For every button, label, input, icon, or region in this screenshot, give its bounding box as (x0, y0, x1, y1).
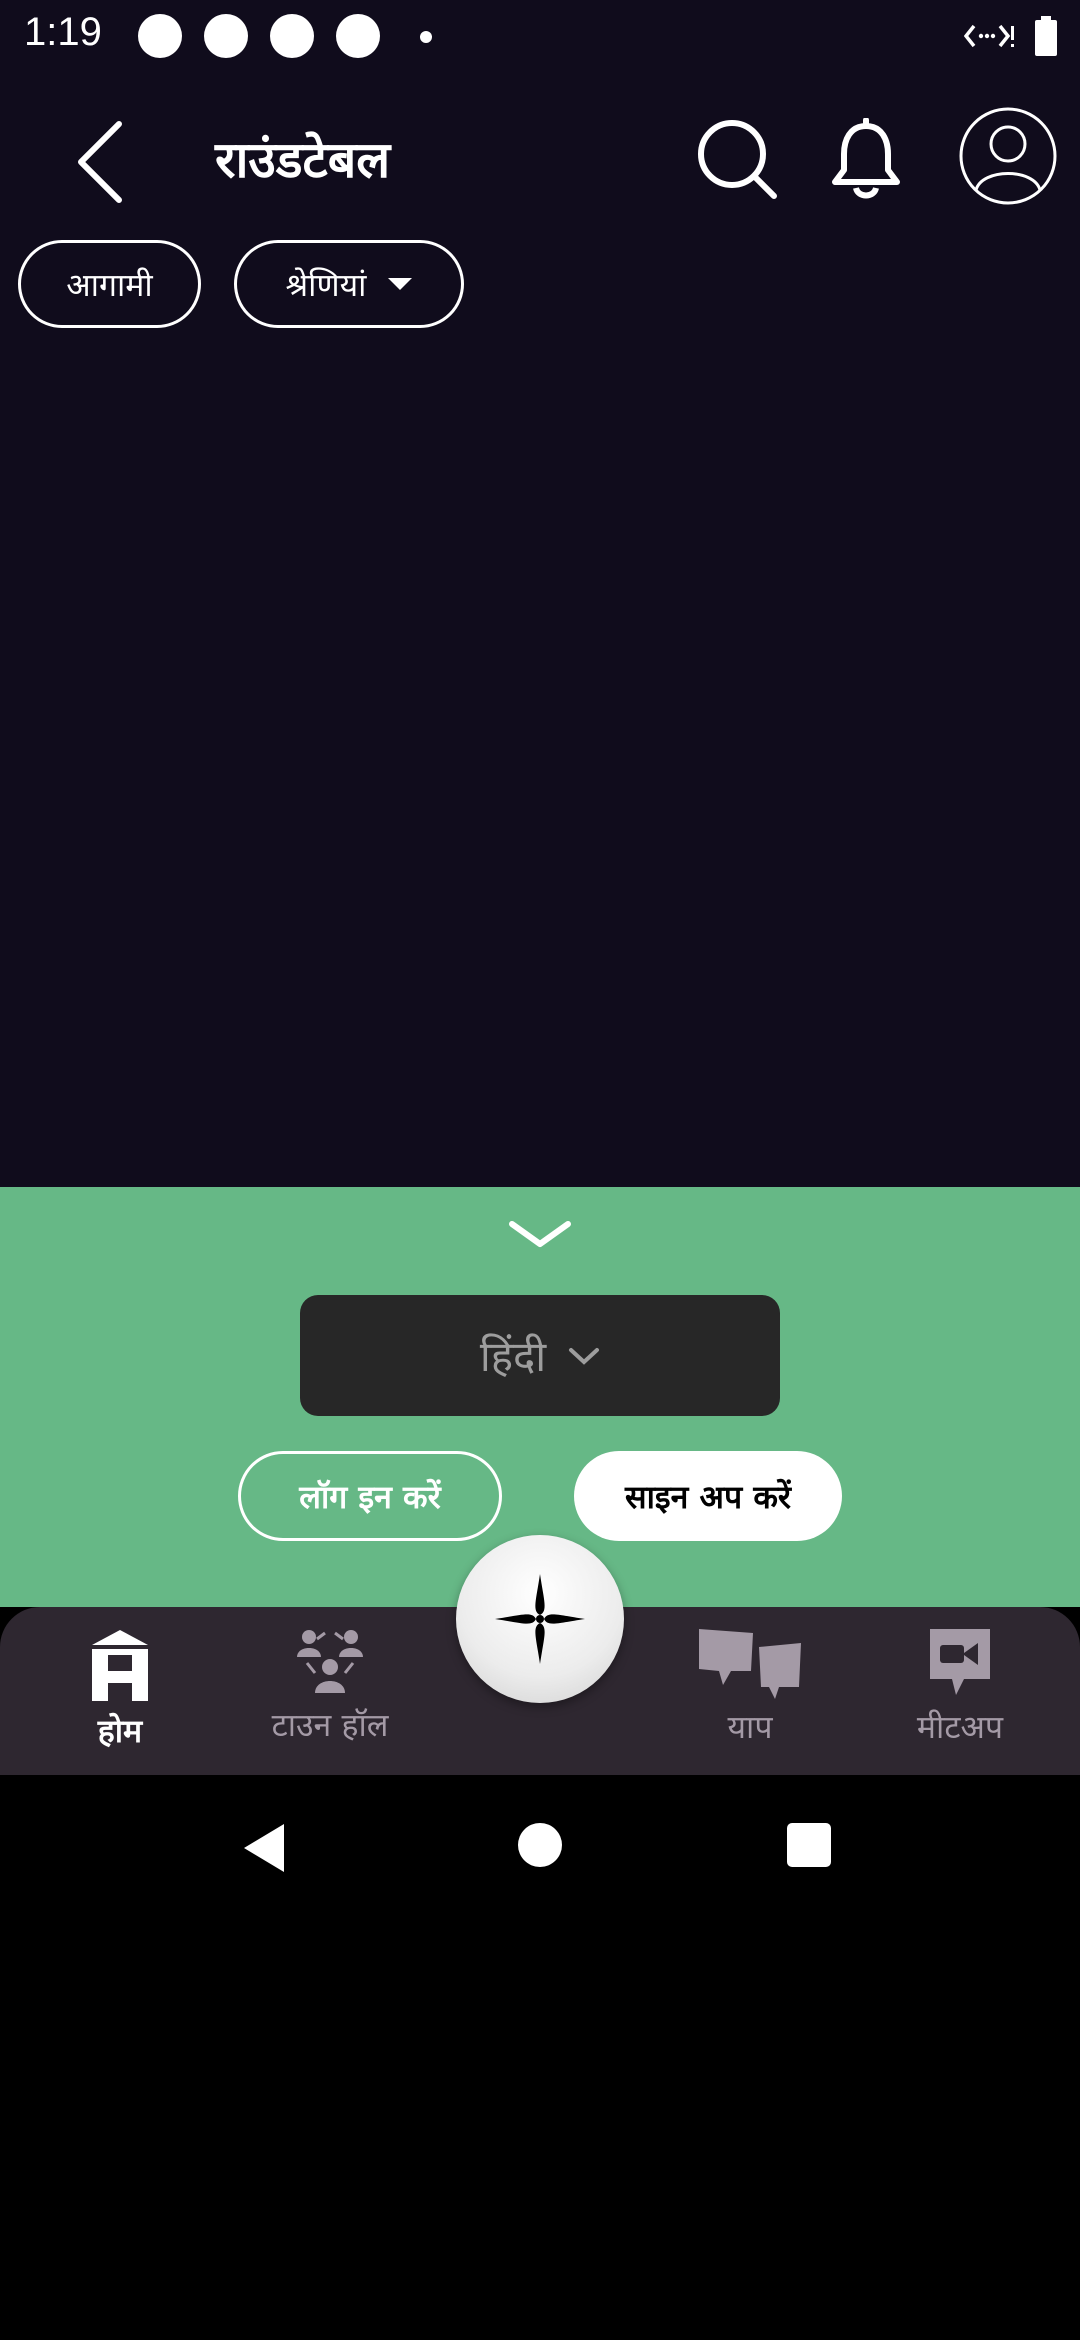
app-screen: राउंडटेबल आगामी श्रेणियां (0, 72, 1080, 1187)
notifications-button[interactable] (818, 112, 914, 208)
upcoming-filter-chip[interactable]: आगामी (18, 240, 201, 328)
status-icons (964, 16, 1058, 56)
nav-label-home: होम (97, 1712, 143, 1750)
signal-icon (964, 24, 1014, 48)
notification-dot-icon (270, 14, 314, 58)
nav-item-yap[interactable]: याप (650, 1627, 850, 1748)
nav-label-yap: याप (727, 1708, 773, 1746)
status-time: 1:19 (24, 10, 102, 54)
status-bar: 1:19 (0, 0, 1080, 72)
search-button[interactable] (690, 112, 786, 208)
battery-icon (1035, 16, 1057, 56)
more-notifications-icon (420, 31, 432, 43)
notification-dot-icon (204, 14, 248, 58)
categories-filter-chip[interactable]: श्रेणियां (234, 240, 464, 328)
meetup-icon (930, 1629, 990, 1695)
chevron-down-icon (509, 1221, 571, 1247)
system-nav-bar (0, 1775, 1080, 1920)
town-hall-icon (297, 1630, 363, 1693)
signup-button-label: साइन अप करें (625, 1477, 791, 1516)
nav-label-meetup: मीटअप (916, 1708, 1004, 1746)
caret-down-icon (388, 278, 413, 290)
chevron-down-icon (569, 1347, 600, 1365)
bell-icon (832, 118, 900, 199)
upcoming-filter-label: आगामी (66, 265, 153, 304)
language-select-value: हिंदी (479, 1332, 547, 1381)
yap-icon (699, 1629, 801, 1699)
categories-filter-label: श्रेणियां (285, 265, 367, 304)
signup-button[interactable]: साइन अप करें (574, 1451, 842, 1541)
user-avatar-icon (959, 107, 1057, 205)
notification-dot-icon (138, 14, 182, 58)
collapse-panel-button[interactable] (500, 1209, 580, 1259)
nav-item-home[interactable]: होम (20, 1627, 220, 1752)
page-title: राउंडटेबल (215, 131, 391, 189)
system-back-icon[interactable] (242, 1822, 286, 1874)
back-button[interactable] (60, 112, 140, 212)
chevron-left-icon (78, 121, 122, 203)
login-button[interactable]: लॉग इन करें (238, 1451, 502, 1541)
profile-button[interactable] (958, 106, 1058, 206)
nav-item-town-hall[interactable]: टाउन हॉल (230, 1627, 430, 1746)
system-home-icon[interactable] (518, 1823, 562, 1867)
search-icon (698, 120, 777, 199)
system-recents-icon[interactable] (787, 1823, 831, 1867)
login-button-label: लॉग इन करें (299, 1477, 441, 1516)
home-icon (92, 1630, 148, 1701)
sparkle-icon (495, 1574, 585, 1664)
nav-label-town-hall: टाउन हॉल (271, 1706, 389, 1744)
notification-dot-icon (336, 14, 380, 58)
nav-item-meetup[interactable]: मीटअप (860, 1627, 1060, 1748)
language-select[interactable]: हिंदी (300, 1295, 780, 1416)
center-action-button[interactable] (456, 1535, 624, 1703)
app-header: राउंडटेबल (0, 72, 1080, 242)
